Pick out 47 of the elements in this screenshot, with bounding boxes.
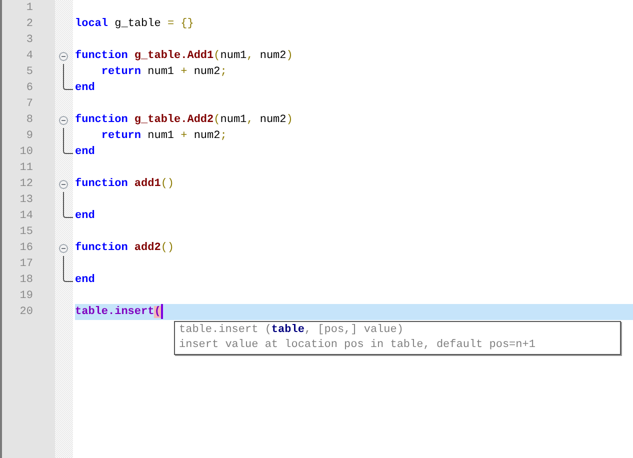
- line-number: 14: [20, 209, 34, 224]
- code-line: return num1 + num2;: [100, 129, 227, 144]
- line-number: 16: [20, 241, 34, 256]
- line-number: 13: [20, 193, 34, 208]
- line-number: 5: [26, 65, 34, 80]
- line-number: 7: [26, 97, 34, 112]
- fold-line: [63, 256, 64, 272]
- fold-minus-icon[interactable]: [59, 52, 68, 61]
- fold-end-line: [63, 272, 73, 282]
- fold-end-line: [63, 208, 73, 218]
- code-line: function g_table.Add2(num1, num2): [75, 112, 293, 128]
- line-number: 2: [26, 17, 34, 32]
- fold-line: [63, 64, 64, 80]
- line-number: 19: [20, 289, 34, 304]
- code-line: return num1 + num2;: [100, 65, 227, 80]
- code-line: end: [75, 145, 95, 160]
- code-line: local g_table = {}: [75, 17, 194, 32]
- line-number: 12: [20, 177, 34, 192]
- line-number: 11: [20, 161, 34, 176]
- code-line: function g_table.Add1(num1, num2): [75, 48, 293, 64]
- code-line: function add2(): [75, 240, 174, 256]
- line-number: 6: [26, 81, 34, 96]
- text-caret: [160, 304, 163, 319]
- code-line: end: [75, 209, 95, 224]
- code-line: function add1(): [75, 176, 174, 192]
- calltip-signature: table.insert (table, [pos,] value): [179, 323, 404, 338]
- line-number: 20: [20, 305, 34, 320]
- code-line: table.insert(: [75, 305, 161, 320]
- fold-minus-icon[interactable]: [59, 116, 68, 125]
- line-number: 8: [26, 113, 34, 128]
- fold-line: [63, 128, 64, 144]
- line-number: 1: [26, 1, 34, 16]
- line-number: 15: [20, 225, 34, 240]
- line-number: 9: [26, 129, 34, 144]
- line-number: 4: [26, 49, 34, 64]
- fold-minus-icon[interactable]: [59, 244, 68, 253]
- code-line: end: [75, 273, 95, 288]
- calltip-description: insert value at location pos in table, default pos=n+1: [179, 338, 536, 353]
- fold-line: [63, 192, 64, 208]
- fold-minus-icon[interactable]: [59, 180, 68, 189]
- fold-end-line: [63, 144, 73, 154]
- code-line: end: [75, 81, 95, 96]
- line-number: 3: [26, 33, 34, 48]
- line-number: 17: [20, 257, 34, 272]
- fold-end-line: [63, 80, 73, 90]
- line-number: 18: [20, 273, 34, 288]
- line-number: 10: [20, 145, 34, 160]
